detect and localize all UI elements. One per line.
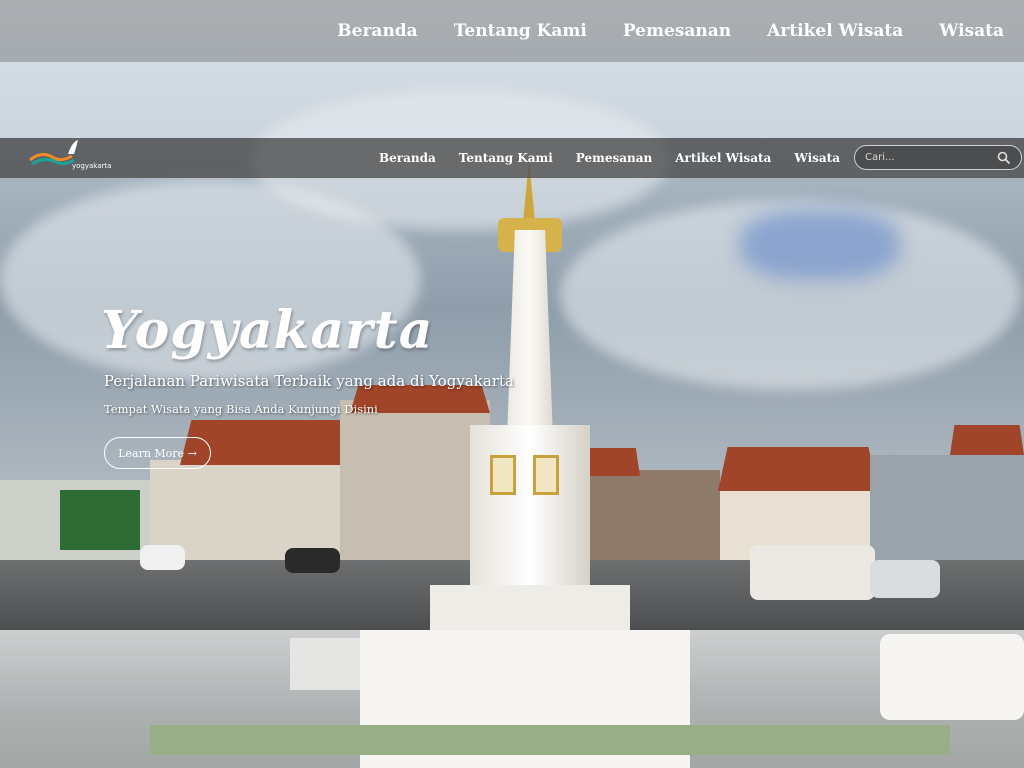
hero-subtitle: Perjalanan Pariwisata Terbaik yang ada d… [104,372,514,390]
nav-tentang-kami[interactable]: Tentang Kami [459,151,553,165]
navbar-links: Beranda Tentang Kami Pemesanan Artikel W… [0,138,840,178]
top-faded-band [0,62,1024,138]
hero-title: Yogyakarta [101,300,434,361]
top-nav-tentang-kami[interactable]: Tentang Kami [454,21,587,41]
top-nav-beranda[interactable]: Beranda [337,21,417,41]
top-nav-artikel-wisata[interactable]: Artikel Wisata [767,21,903,41]
learn-more-button[interactable]: Learn More → [104,437,211,469]
nav-beranda[interactable]: Beranda [379,151,436,165]
nav-artikel-wisata[interactable]: Artikel Wisata [675,151,771,165]
nav-pemesanan[interactable]: Pemesanan [576,151,652,165]
nav-wisata[interactable]: Wisata [794,151,840,165]
hero-tagline: Tempat Wisata yang Bisa Anda Kunjungi Di… [104,402,378,416]
top-nav-pemesanan[interactable]: Pemesanan [623,21,731,41]
lower-faded-photo [0,630,1024,768]
search-icon[interactable] [997,151,1011,165]
search-input[interactable] [855,152,995,163]
main-navbar: yogyakarta Beranda Tentang Kami Pemesana… [0,138,1024,178]
top-nav-wisata[interactable]: Wisata [939,21,1004,41]
top-navigation: Beranda Tentang Kami Pemesanan Artikel W… [0,0,1024,62]
search-box [854,145,1022,170]
